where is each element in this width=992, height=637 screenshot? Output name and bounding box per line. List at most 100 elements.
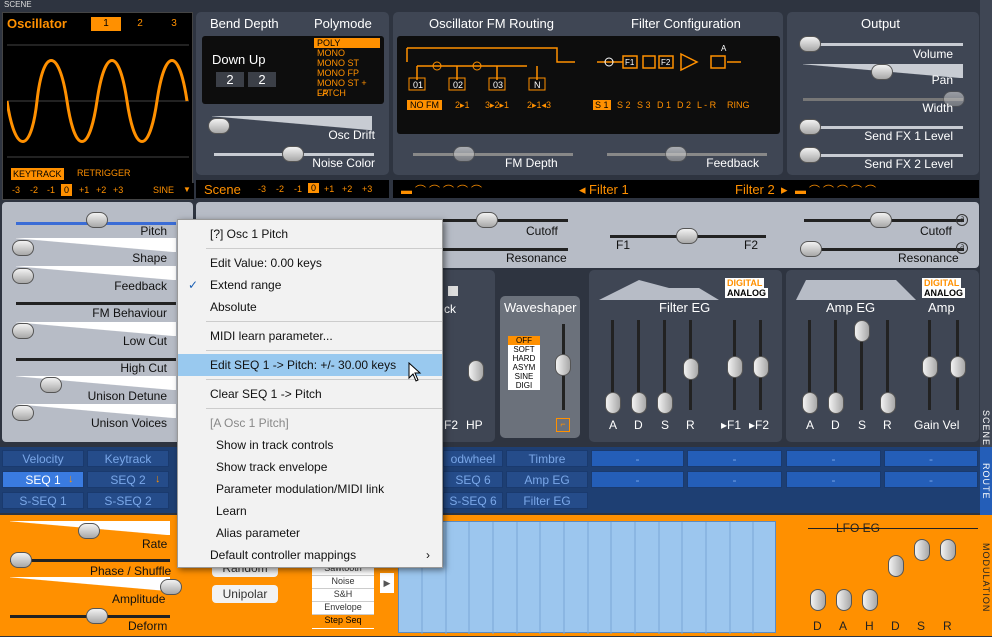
send-fx2-knob[interactable]: [799, 147, 821, 163]
deform-knob[interactable]: [86, 608, 108, 624]
menu-item-alias-parameter[interactable]: Alias parameter: [178, 522, 442, 544]
menu-item-show-track-controls[interactable]: Show in track controls: [178, 434, 442, 456]
play-icon[interactable]: ▶: [380, 573, 394, 593]
route-side-tab[interactable]: ROUTE: [980, 447, 992, 515]
scene-octave[interactable]: -1: [294, 184, 302, 194]
filter-mode[interactable]: D 1: [657, 100, 671, 110]
route-amp-eg[interactable]: Amp EG: [506, 471, 588, 488]
unipolar-button[interactable]: Unipolar: [212, 585, 278, 603]
osc-octave-p3[interactable]: +3: [113, 185, 123, 195]
link-icon[interactable]: ∂: [956, 242, 968, 254]
feedback-knob[interactable]: [665, 146, 687, 162]
menu-item-edit-seq[interactable]: Edit SEQ 1 -> Pitch: +/- 30.00 keys: [178, 354, 442, 376]
scene-side-tab[interactable]: SCENE: [980, 0, 992, 447]
waveshaper-option[interactable]: SINE: [508, 372, 540, 381]
amp-eg-attack-knob[interactable]: [802, 392, 818, 414]
retrigger-toggle[interactable]: RETRIGGER: [77, 168, 131, 178]
filter-eg-decay-knob[interactable]: [631, 392, 647, 414]
waveshaper-option[interactable]: OFF: [508, 336, 540, 345]
route-keytrack[interactable]: Keytrack: [87, 450, 169, 467]
amp-eg-analog[interactable]: ANALOG: [922, 288, 965, 298]
route-slot[interactable]: -: [591, 471, 684, 488]
route-sseq6[interactable]: S-SEQ 6: [443, 492, 503, 509]
filter-eg-analog[interactable]: ANALOG: [725, 288, 768, 298]
route-slot[interactable]: -: [884, 471, 978, 488]
filter-mode[interactable]: S 2: [617, 100, 631, 110]
lfo-type[interactable]: Envelope: [312, 602, 374, 615]
fm-mode[interactable]: 2▸1◂3: [527, 100, 551, 111]
route-velocity[interactable]: Velocity: [2, 450, 84, 467]
route-filter-eg[interactable]: Filter EG: [506, 492, 588, 509]
waveshaper-option[interactable]: SOFT: [508, 345, 540, 354]
filter-balance-knob[interactable]: [676, 228, 698, 244]
osc-octave-m3[interactable]: -3: [12, 185, 20, 195]
route-timbre[interactable]: Timbre: [506, 450, 588, 467]
bend-up-value[interactable]: 2: [248, 72, 276, 87]
feedback-osc-knob[interactable]: [12, 268, 34, 284]
chevron-right-icon[interactable]: ▸: [781, 182, 788, 198]
route-sseq1[interactable]: S-SEQ 1: [2, 492, 84, 509]
menu-item-param-modulation[interactable]: Parameter modulation/MIDI link: [178, 478, 442, 500]
route-slot[interactable]: -: [884, 450, 978, 467]
osc-tab-1[interactable]: 1: [91, 17, 121, 31]
route-slot[interactable]: -: [786, 471, 881, 488]
amp-eg-sustain-knob[interactable]: [854, 320, 870, 342]
filter1-type-icons[interactable]: ▬⌒⌒⌒⌒⌒: [401, 182, 485, 198]
chevron-down-icon[interactable]: ▼: [183, 185, 191, 194]
lfo-type[interactable]: S&H: [312, 589, 374, 602]
filter-eg-digital[interactable]: DIGITAL: [725, 278, 765, 288]
amp-eg-decay-knob[interactable]: [828, 392, 844, 414]
arrow-down-icon[interactable]: ↓: [68, 473, 74, 485]
menu-item-extend-range[interactable]: ✓ Extend range: [178, 274, 442, 296]
menu-item-clear-seq[interactable]: Clear SEQ 1 -> Pitch: [178, 383, 442, 405]
lfo-eg-decay-knob[interactable]: [888, 555, 904, 577]
filter-eg-attack-knob[interactable]: [605, 392, 621, 414]
route-sseq2[interactable]: S-SEQ 2: [87, 492, 169, 509]
lfo-eg-hold-knob[interactable]: [862, 589, 878, 611]
filter-mode[interactable]: D 2: [677, 100, 691, 110]
fm-mode[interactable]: 3▸2▸1: [485, 100, 509, 111]
scene-octave[interactable]: -3: [258, 184, 266, 194]
osc-octave-p2[interactable]: +2: [96, 185, 106, 195]
cutoff2-knob[interactable]: [870, 212, 892, 228]
route-slot[interactable]: -: [687, 450, 782, 467]
amp-eg-digital[interactable]: DIGITAL: [922, 278, 962, 288]
waveshaper-option[interactable]: HARD: [508, 354, 540, 363]
polymode-option[interactable]: MONO ST + FP: [314, 78, 380, 98]
filter-block-f2[interactable]: F2: [661, 58, 670, 67]
filter-mode[interactable]: L - R: [697, 100, 716, 110]
amp-eg-release-knob[interactable]: [880, 392, 896, 414]
menu-item-default-mappings[interactable]: Default controller mappings ›: [178, 544, 442, 566]
filter-eg-f2-knob[interactable]: [753, 356, 769, 378]
filter-block-f1[interactable]: F1: [625, 58, 634, 67]
osc-tab-2[interactable]: 2: [125, 17, 155, 31]
shape-knob[interactable]: [12, 240, 34, 256]
modulation-side-tab[interactable]: MODULATION: [980, 515, 992, 636]
keytrack-toggle[interactable]: KEYTRACK: [11, 168, 64, 180]
menu-item-show-track-envelope[interactable]: Show track envelope: [178, 456, 442, 478]
waveshaper-curve-icon[interactable]: ⌐: [556, 418, 570, 432]
fm-node-noise[interactable]: N: [534, 80, 541, 90]
route-modwheel[interactable]: odwheel: [443, 450, 503, 467]
waveshaper-option[interactable]: ASYM: [508, 363, 540, 372]
scene-octave[interactable]: -2: [276, 184, 284, 194]
noise-color-knob[interactable]: [282, 146, 304, 162]
low-cut-knob[interactable]: [12, 323, 34, 339]
fm-node-2[interactable]: 02: [453, 80, 463, 90]
lfo-eg-attack-knob[interactable]: [836, 589, 852, 611]
filter-eg-release-knob[interactable]: [683, 358, 699, 380]
waveshaper-drive-knob[interactable]: [555, 354, 571, 376]
fm-depth-knob[interactable]: [453, 146, 475, 162]
filter-eg-sustain-knob[interactable]: [657, 392, 673, 414]
phase-knob[interactable]: [10, 552, 32, 568]
filter2-label[interactable]: Filter 2: [735, 182, 775, 197]
lfo-eg-delay-knob[interactable]: [810, 589, 826, 611]
osc-drift-knob[interactable]: [208, 118, 230, 134]
fm-mode[interactable]: NO FM: [407, 100, 442, 110]
lfo-type[interactable]: Noise: [312, 576, 374, 589]
scene-octave[interactable]: 0: [308, 183, 320, 193]
menu-item-edit-value[interactable]: Edit Value: 0.00 keys: [178, 252, 442, 274]
amp-vel-knob[interactable]: [950, 356, 966, 378]
lfo-eg-release-knob[interactable]: [940, 539, 956, 561]
osc-octave-m1[interactable]: -1: [47, 185, 55, 195]
